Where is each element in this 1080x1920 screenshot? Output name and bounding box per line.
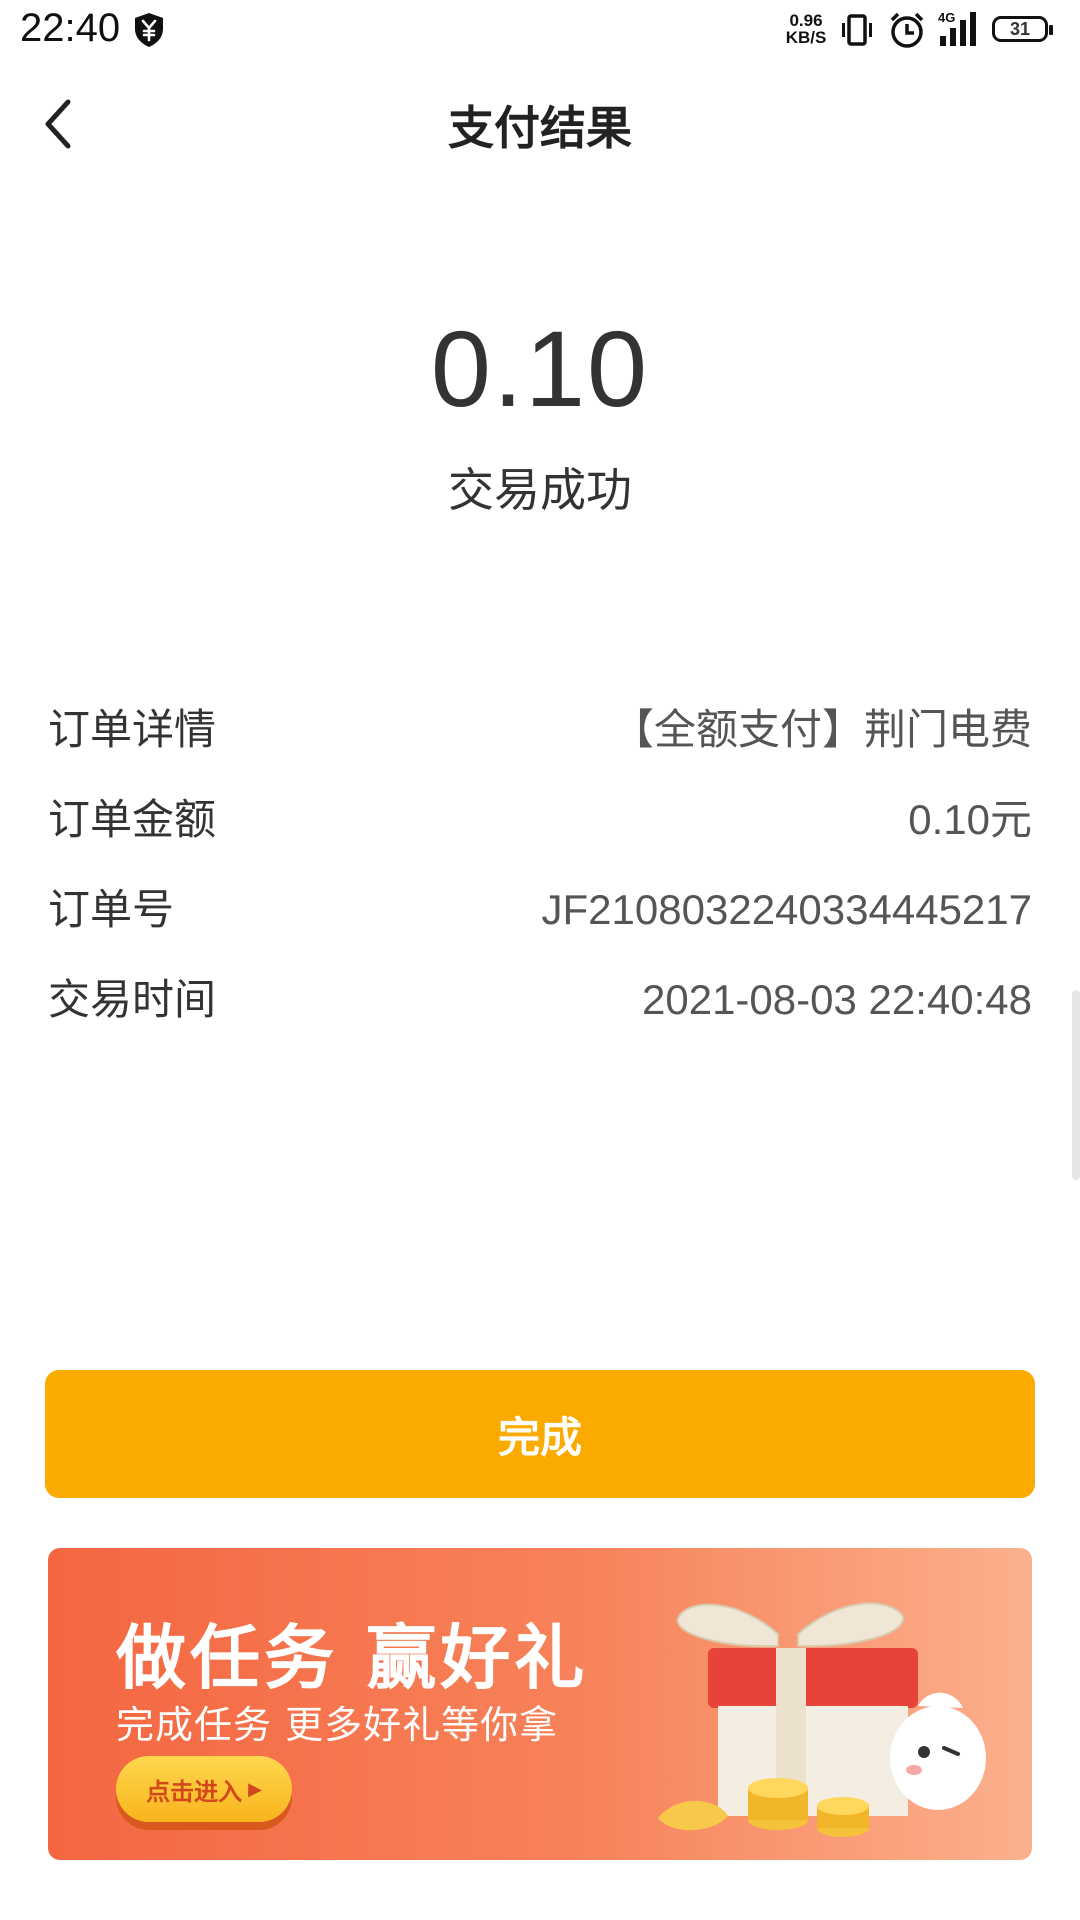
alarm-icon bbox=[890, 12, 924, 48]
promo-subtitle: 完成任务 更多好礼等你拿 bbox=[116, 1703, 559, 1747]
signal-icon bbox=[940, 12, 976, 46]
vibrate-icon bbox=[842, 14, 872, 46]
promo-enter-button[interactable]: 点击进入 ▶ bbox=[116, 1756, 292, 1822]
detail-label: 交易时间 bbox=[48, 975, 217, 1024]
network-speed-unit: KB/S bbox=[785, 28, 827, 47]
status-bar: 22:40 0.96 KB/S 4G 31 bbox=[0, 0, 1080, 62]
detail-row-order-detail: 订单详情 【全额支付】荆门电费 bbox=[48, 700, 1032, 790]
yuan-shield-icon bbox=[135, 13, 163, 47]
gift-box-illustration bbox=[658, 1602, 986, 1837]
detail-value: 2021-08-03 22:40:48 bbox=[642, 976, 1032, 1023]
play-arrow-icon: ▶ bbox=[248, 1778, 262, 1800]
promo-title: 做任务 赢好礼 bbox=[116, 1617, 589, 1699]
done-button[interactable]: 完成 bbox=[45, 1370, 1035, 1498]
nav-header: 支付结果 bbox=[0, 62, 1080, 182]
promo-banner[interactable]: 做任务 赢好礼 完成任务 更多好礼等你拿 点击进入 ▶ bbox=[48, 1548, 1032, 1860]
promo-enter-label: 点击进入 bbox=[146, 1777, 243, 1806]
detail-value: JF2108032240334445217 bbox=[541, 886, 1032, 933]
detail-row-transaction-time: 交易时间 2021-08-03 22:40:48 bbox=[48, 970, 1032, 1060]
order-details: 订单详情 【全额支付】荆门电费 订单金额 0.10元 订单号 JF2108032… bbox=[48, 700, 1032, 1060]
detail-value: 0.10元 bbox=[908, 796, 1032, 843]
detail-row-order-amount: 订单金额 0.10元 bbox=[48, 790, 1032, 880]
detail-label: 订单详情 bbox=[48, 705, 217, 754]
scroll-indicator[interactable] bbox=[1072, 990, 1080, 1180]
detail-label: 订单号 bbox=[48, 885, 175, 934]
detail-label: 订单金额 bbox=[48, 795, 217, 844]
network-speed-value: 0.96 bbox=[789, 11, 823, 30]
battery-icon: 31 bbox=[992, 16, 1053, 42]
detail-value: 【全额支付】荆门电费 bbox=[611, 706, 1032, 753]
battery-level: 31 bbox=[1009, 18, 1031, 39]
page-title: 支付结果 bbox=[448, 101, 632, 155]
payment-amount: 0.10 bbox=[430, 308, 650, 429]
network-speed: 0.96 KB/S bbox=[782, 12, 830, 46]
transaction-status: 交易成功 bbox=[448, 463, 632, 517]
detail-row-order-number: 订单号 JF2108032240334445217 bbox=[48, 880, 1032, 970]
status-time: 22:40 bbox=[20, 6, 121, 50]
